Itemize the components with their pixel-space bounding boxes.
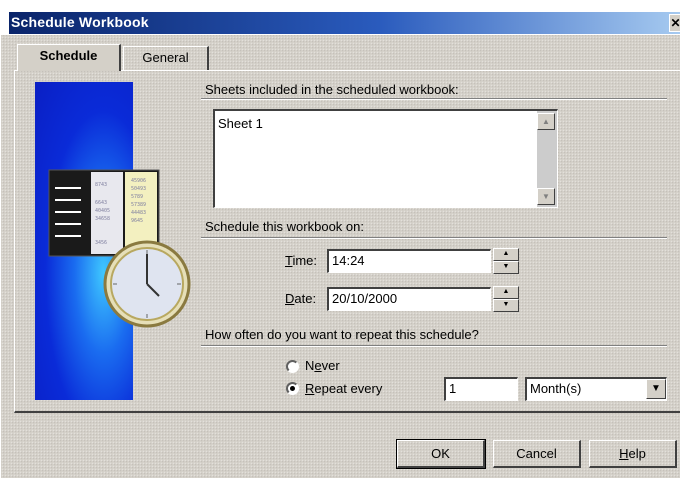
svg-text:50493: 50493 <box>131 186 146 192</box>
spin-down-icon[interactable]: ▼ <box>493 261 519 274</box>
ok-button[interactable]: OK <box>396 439 486 469</box>
chevron-down-icon[interactable]: ▼ <box>646 379 666 399</box>
repeat-interval-field[interactable]: 1 <box>444 377 518 401</box>
svg-text:40405: 40405 <box>95 208 110 214</box>
svg-text:8743: 8743 <box>95 182 107 188</box>
never-label[interactable]: Never <box>305 358 340 373</box>
repeat-question-label: How often do you want to repeat this sch… <box>205 327 479 342</box>
date-field[interactable]: 20/10/2000 <box>327 287 491 311</box>
sheets-label: Sheets included in the scheduled workboo… <box>205 82 459 97</box>
time-spinner[interactable]: ▲ ▼ <box>493 248 519 274</box>
never-radio[interactable] <box>286 360 299 373</box>
repeat-unit-value: Month(s) <box>530 381 582 396</box>
scroll-up-icon[interactable]: ▲ <box>537 113 555 130</box>
divider <box>201 98 667 100</box>
svg-text:57389: 57389 <box>131 202 146 208</box>
time-field[interactable]: 14:24 <box>327 249 491 273</box>
schedule-on-label: Schedule this workbook on: <box>205 219 364 234</box>
tab-general[interactable]: General <box>123 46 209 70</box>
svg-text:45906: 45906 <box>131 178 146 184</box>
close-icon: ✕ <box>670 16 680 30</box>
svg-text:3456: 3456 <box>95 240 107 246</box>
window-title: Schedule Workbook <box>11 14 149 30</box>
svg-text:9645: 9645 <box>131 218 143 224</box>
date-spinner[interactable]: ▲ ▼ <box>493 286 519 312</box>
clock-spreadsheet-icon: 8743 6643 40405 34658 3456 45906 50493 5… <box>48 169 191 328</box>
svg-text:5789: 5789 <box>131 194 143 200</box>
spin-up-icon[interactable]: ▲ <box>493 286 519 299</box>
list-item[interactable]: Sheet 1 <box>218 116 263 131</box>
cancel-button[interactable]: Cancel <box>493 440 581 468</box>
repeat-unit-select[interactable]: Month(s) ▼ <box>525 377 667 401</box>
svg-text:6643: 6643 <box>95 200 107 206</box>
schedule-illustration: 8743 6643 40405 34658 3456 45906 50493 5… <box>35 82 191 400</box>
divider <box>201 237 667 239</box>
time-label: Time: <box>285 253 318 268</box>
svg-text:34658: 34658 <box>95 216 110 222</box>
date-label: Date: <box>285 291 317 306</box>
help-button[interactable]: Help <box>589 440 677 468</box>
repeat-every-radio[interactable] <box>286 382 299 395</box>
close-button[interactable]: ✕ <box>669 14 680 32</box>
divider <box>201 345 667 347</box>
svg-text:44483: 44483 <box>131 210 146 216</box>
title-bar: Schedule Workbook ✕ <box>1 0 680 35</box>
sheets-listbox[interactable]: Sheet 1 ▲ ▼ <box>213 109 558 208</box>
repeat-every-label[interactable]: Repeat every <box>305 381 382 396</box>
scroll-down-icon[interactable]: ▼ <box>537 188 555 205</box>
spin-up-icon[interactable]: ▲ <box>493 248 519 261</box>
tab-schedule[interactable]: Schedule <box>17 44 121 71</box>
spin-down-icon[interactable]: ▼ <box>493 299 519 312</box>
sheets-scrollbar[interactable]: ▲ ▼ <box>537 111 557 207</box>
schedule-workbook-dialog: Schedule Workbook ✕ General Schedule 874… <box>0 0 680 478</box>
